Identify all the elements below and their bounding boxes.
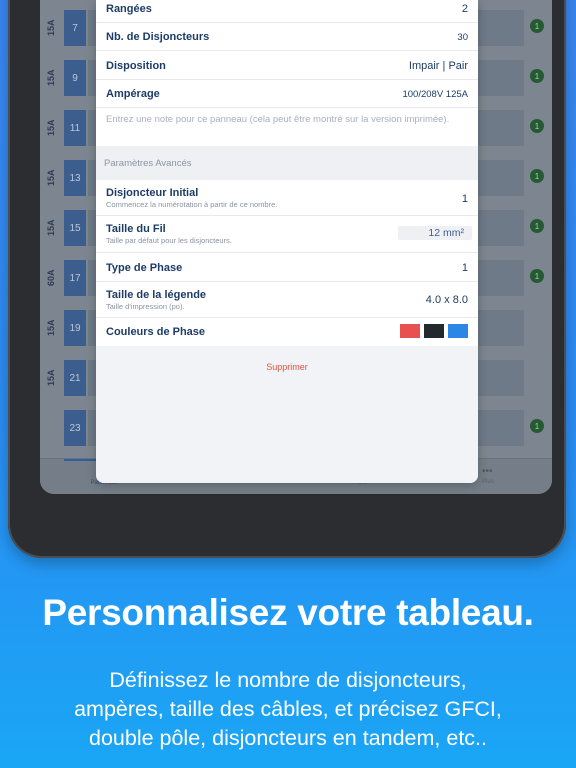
phase-color-swatch[interactable] bbox=[424, 324, 444, 338]
setting-label: Taille de la légende bbox=[106, 289, 207, 301]
phase-color-swatch[interactable] bbox=[400, 324, 420, 338]
delete-area: Supprimer bbox=[96, 346, 478, 483]
breaker-number: 11 bbox=[64, 110, 86, 146]
breaker-amp-label: 15A bbox=[46, 169, 56, 187]
breaker-amp-label: 15A bbox=[46, 19, 56, 37]
panel-note-input[interactable]: Entrez une note pour ce panneau (cela pe… bbox=[96, 108, 478, 146]
breakers-count-setting[interactable]: Nb. de Disjoncteurs 30 bbox=[96, 23, 478, 51]
description-line: Définissez le nombre de disjoncteurs, bbox=[109, 668, 467, 692]
setting-value: 30 bbox=[457, 32, 468, 43]
breaker-count-badge: 1 bbox=[530, 269, 544, 283]
setting-value: 1 bbox=[461, 262, 468, 274]
setting-label: Couleurs de Phase bbox=[106, 326, 206, 338]
breaker-amp-label: 60A bbox=[46, 269, 56, 287]
wire-size-field[interactable] bbox=[398, 226, 472, 240]
breaker-number: 15 bbox=[64, 210, 86, 246]
marketing-headline: Personnalisez votre tableau. bbox=[42, 592, 534, 633]
breaker-amp-label: 15A bbox=[46, 69, 56, 87]
phase-color-swatches bbox=[400, 324, 468, 338]
tab-label: Plus bbox=[482, 479, 494, 485]
breaker-count-badge: 1 bbox=[530, 69, 544, 83]
setting-label: Taille du Fil bbox=[106, 223, 166, 235]
setting-description: Commencez la numérotation à partir de ce… bbox=[106, 200, 278, 209]
breaker-count-badge: 1 bbox=[530, 119, 544, 133]
setting-value: 4.0 x 8.0 bbox=[425, 294, 468, 306]
breaker-number: 17 bbox=[64, 260, 86, 296]
breaker-number: 19 bbox=[64, 310, 86, 346]
setting-label: Disposition bbox=[106, 60, 166, 72]
setting-label: Disjoncteur Initial bbox=[106, 187, 199, 199]
advanced-settings-header: Paramètres Avancés bbox=[96, 146, 478, 180]
marketing-description: Définissez le nombre de disjoncteurs, am… bbox=[0, 666, 576, 753]
setting-label: Type de Phase bbox=[106, 262, 183, 274]
layout-setting[interactable]: Disposition Impair | Pair bbox=[96, 51, 478, 80]
setting-value: Impair | Pair bbox=[408, 60, 468, 72]
rows-setting[interactable]: Rangées 2 bbox=[96, 0, 478, 23]
amperage-setting[interactable]: Ampérage 100/208V 125A bbox=[96, 80, 478, 108]
legend-size-setting[interactable]: Taille de la légende Taille d'impression… bbox=[96, 282, 478, 318]
breaker-number: 7 bbox=[64, 10, 86, 46]
breaker-number: 23 bbox=[64, 410, 86, 446]
phase-color-swatch[interactable] bbox=[448, 324, 468, 338]
setting-value: 100/208V 125A bbox=[402, 89, 468, 100]
phase-type-setting[interactable]: Type de Phase 1 bbox=[96, 253, 478, 282]
phase-colors-setting[interactable]: Couleurs de Phase bbox=[96, 318, 478, 346]
breaker-count-badge: 1 bbox=[530, 219, 544, 233]
description-line: double pôle, disjoncteurs en tandem, etc… bbox=[88, 726, 487, 750]
breaker-count-badge: 1 bbox=[530, 169, 544, 183]
breaker-amp-label: 15A bbox=[46, 319, 56, 337]
breaker-count-badge: 1 bbox=[530, 419, 544, 433]
breaker-amp-label bbox=[44, 408, 58, 448]
setting-description: Taille d'impression (po). bbox=[106, 302, 185, 311]
breaker-count-badge: 1 bbox=[530, 19, 544, 33]
setting-description: Taille par défaut pour les disjoncteurs. bbox=[106, 236, 232, 245]
setting-value: 2 bbox=[461, 3, 468, 15]
setting-label: Ampérage bbox=[106, 88, 160, 100]
breaker-amp-label: 15A bbox=[46, 369, 56, 387]
description-line: ampères, taille des câbles, et précisez … bbox=[74, 697, 502, 721]
setting-label: Nb. de Disjoncteurs bbox=[106, 31, 210, 43]
setting-value: 1 bbox=[461, 193, 468, 205]
breaker-number: 21 bbox=[64, 360, 86, 396]
setting-label: Rangées bbox=[106, 3, 152, 15]
breaker-number: 13 bbox=[64, 160, 86, 196]
panel-settings-sheet: Rangées 2 Nb. de Disjoncteurs 30 Disposi… bbox=[96, 0, 478, 483]
breaker-amp-label: 15A bbox=[46, 219, 56, 237]
wire-size-setting[interactable]: Taille du Fil Taille par défaut pour les… bbox=[96, 216, 478, 253]
breaker-amp-label: 15A bbox=[46, 119, 56, 137]
delete-button[interactable]: Supprimer bbox=[96, 362, 478, 372]
breaker-number: 9 bbox=[64, 60, 86, 96]
more-icon: ••• bbox=[482, 466, 493, 477]
initial-breaker-setting[interactable]: Disjoncteur Initial Commencez la numérot… bbox=[96, 180, 478, 216]
